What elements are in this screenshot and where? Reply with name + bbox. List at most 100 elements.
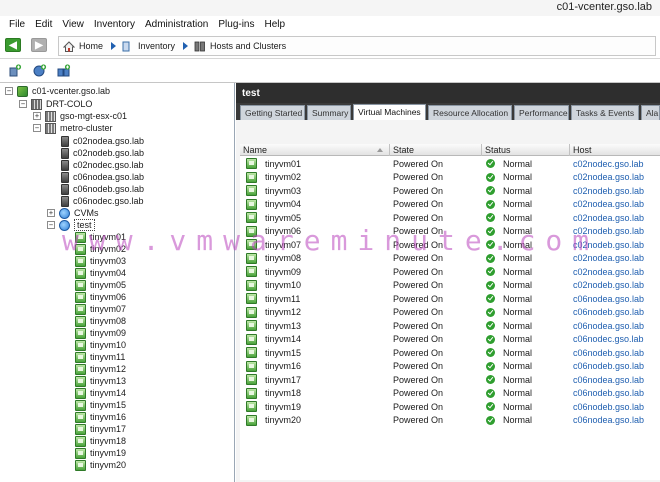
column-header-host[interactable]: Host bbox=[570, 144, 660, 156]
column-header-status[interactable]: Status bbox=[482, 144, 570, 156]
collapse-icon[interactable]: − bbox=[47, 221, 55, 229]
cell-host-link[interactable]: c06nodea.gso.lab bbox=[573, 373, 660, 387]
menu-edit[interactable]: Edit bbox=[30, 19, 57, 30]
cell-host-link[interactable]: c06nodeb.gso.lab bbox=[573, 360, 660, 374]
table-row[interactable]: tinyvm08 Powered On Normal c02nodea.gso.lab bbox=[240, 252, 660, 266]
cell-host-link[interactable]: c06nodea.gso.lab bbox=[573, 319, 660, 333]
table-row[interactable]: tinyvm16 Powered On Normal c06nodeb.gso.lab bbox=[240, 360, 660, 374]
breadcrumb-inventory[interactable]: Inventory bbox=[122, 41, 175, 52]
tree-node-host[interactable]: c06nodea.gso.lab bbox=[61, 171, 144, 183]
cell-host-link[interactable]: c02nodec.gso.lab bbox=[573, 157, 660, 171]
cell-host-link[interactable]: c06nodeb.gso.lab bbox=[573, 346, 660, 360]
tab-alarms[interactable]: Ala bbox=[641, 105, 660, 120]
tree-node-pool-cvms[interactable]: + CVMs bbox=[47, 207, 99, 219]
menu-administration[interactable]: Administration bbox=[140, 19, 213, 30]
cell-host-link[interactable]: c02nodea.gso.lab bbox=[573, 252, 660, 266]
tab-tasks-events[interactable]: Tasks & Events bbox=[571, 105, 639, 120]
tree-node-vm[interactable]: tinyvm12 bbox=[75, 363, 126, 375]
cell-host-link[interactable]: c06nodeb.gso.lab bbox=[573, 387, 660, 401]
tree-node-vm[interactable]: tinyvm03 bbox=[75, 255, 126, 267]
tree-node-vm[interactable]: tinyvm10 bbox=[75, 339, 126, 351]
tree-node-host[interactable]: c02nodea.gso.lab bbox=[61, 135, 144, 147]
cell-host-link[interactable]: c02nodeb.gso.lab bbox=[573, 279, 660, 293]
tree-node-host[interactable]: c06nodeb.gso.lab bbox=[61, 183, 144, 195]
breadcrumb-hosts-clusters[interactable]: Hosts and Clusters bbox=[194, 41, 286, 52]
tree-node-vm[interactable]: tinyvm01 bbox=[75, 231, 126, 243]
table-row[interactable]: tinyvm12 Powered On Normal c06nodeb.gso.lab bbox=[240, 306, 660, 320]
tree-node-host[interactable]: c06nodec.gso.lab bbox=[61, 195, 144, 207]
menu-inventory[interactable]: Inventory bbox=[89, 19, 140, 30]
table-row[interactable]: tinyvm17 Powered On Normal c06nodea.gso.lab bbox=[240, 373, 660, 387]
menu-view[interactable]: View bbox=[57, 19, 89, 30]
tree-node-vm[interactable]: tinyvm14 bbox=[75, 387, 126, 399]
tree-node-vm[interactable]: tinyvm09 bbox=[75, 327, 126, 339]
tree-node-vm[interactable]: tinyvm11 bbox=[75, 351, 125, 363]
tree-node-pool-test[interactable]: − test bbox=[47, 219, 95, 231]
tree-node-vm[interactable]: tinyvm04 bbox=[75, 267, 126, 279]
cell-host-link[interactable]: c06nodeb.gso.lab bbox=[573, 400, 660, 414]
tab-performance[interactable]: Performance bbox=[514, 105, 569, 120]
cell-host-link[interactable]: c06nodeb.gso.lab bbox=[573, 306, 660, 320]
back-button[interactable]: ◀ bbox=[5, 38, 21, 52]
collapse-icon[interactable]: − bbox=[19, 100, 27, 108]
tree-node-vm[interactable]: tinyvm02 bbox=[75, 243, 126, 255]
table-row[interactable]: tinyvm01 Powered On Normal c02nodec.gso.lab bbox=[240, 157, 660, 171]
cell-host-link[interactable]: c02nodea.gso.lab bbox=[573, 171, 660, 185]
tree-node-vm[interactable]: tinyvm13 bbox=[75, 375, 126, 387]
tree-node-host[interactable]: c02nodeb.gso.lab bbox=[61, 147, 144, 159]
tab-resource-allocation[interactable]: Resource Allocation bbox=[428, 105, 512, 120]
tree-node-vm[interactable]: tinyvm18 bbox=[75, 435, 126, 447]
cell-host-link[interactable]: c06nodec.gso.lab bbox=[573, 333, 660, 347]
new-host-icon[interactable] bbox=[8, 64, 22, 77]
tree-node-vm[interactable]: tinyvm19 bbox=[75, 447, 126, 459]
tree-node-vm[interactable]: tinyvm15 bbox=[75, 399, 126, 411]
cell-host-link[interactable]: c02nodea.gso.lab bbox=[573, 211, 660, 225]
table-row[interactable]: tinyvm13 Powered On Normal c06nodea.gso.lab bbox=[240, 319, 660, 333]
tree-node-vm[interactable]: tinyvm20 bbox=[75, 459, 126, 471]
table-row[interactable]: tinyvm18 Powered On Normal c06nodeb.gso.lab bbox=[240, 387, 660, 401]
cell-host-link[interactable]: c02nodeb.gso.lab bbox=[573, 238, 660, 252]
tree-node-vcenter[interactable]: − c01-vcenter.gso.lab bbox=[5, 85, 110, 97]
tree-node-vm[interactable]: tinyvm07 bbox=[75, 303, 126, 315]
menu-plugins[interactable]: Plug-ins bbox=[213, 19, 259, 30]
expand-icon[interactable]: + bbox=[33, 112, 41, 120]
tree-node-host[interactable]: c02nodec.gso.lab bbox=[61, 159, 144, 171]
table-row[interactable]: tinyvm14 Powered On Normal c06nodec.gso.lab bbox=[240, 333, 660, 347]
cell-host-link[interactable]: c02nodeb.gso.lab bbox=[573, 225, 660, 239]
tree-node-vm[interactable]: tinyvm17 bbox=[75, 423, 126, 435]
new-datacenter-icon[interactable] bbox=[33, 64, 47, 77]
forward-button[interactable]: ▶ bbox=[31, 38, 47, 52]
tree-node-standalone-host[interactable]: + gso-mgt-esx-c01 bbox=[33, 110, 127, 122]
table-row[interactable]: tinyvm06 Powered On Normal c02nodeb.gso.lab bbox=[240, 225, 660, 239]
table-row[interactable]: tinyvm10 Powered On Normal c02nodeb.gso.lab bbox=[240, 279, 660, 293]
tree-node-vm[interactable]: tinyvm16 bbox=[75, 411, 126, 423]
tree-node-vm[interactable]: tinyvm08 bbox=[75, 315, 126, 327]
table-row[interactable]: tinyvm11 Powered On Normal c06nodea.gso.lab bbox=[240, 292, 660, 306]
table-row[interactable]: tinyvm05 Powered On Normal c02nodea.gso.lab bbox=[240, 211, 660, 225]
menu-file[interactable]: File bbox=[4, 19, 30, 30]
cell-host-link[interactable]: c06nodea.gso.lab bbox=[573, 414, 660, 428]
tree-node-cluster[interactable]: − metro-cluster bbox=[33, 122, 113, 134]
tree-node-datacenter[interactable]: − DRT-COLO bbox=[19, 98, 92, 110]
table-row[interactable]: tinyvm20 Powered On Normal c06nodea.gso.lab bbox=[240, 414, 660, 428]
table-row[interactable]: tinyvm04 Powered On Normal c02nodea.gso.lab bbox=[240, 198, 660, 212]
tab-virtual-machines[interactable]: Virtual Machines bbox=[353, 104, 426, 120]
cell-host-link[interactable]: c06nodea.gso.lab bbox=[573, 292, 660, 306]
collapse-icon[interactable]: − bbox=[33, 124, 41, 132]
table-row[interactable]: tinyvm15 Powered On Normal c06nodeb.gso.lab bbox=[240, 346, 660, 360]
cell-host-link[interactable]: c02nodea.gso.lab bbox=[573, 265, 660, 279]
tree-node-vm[interactable]: tinyvm06 bbox=[75, 291, 126, 303]
new-cluster-icon[interactable] bbox=[57, 64, 71, 77]
menu-help[interactable]: Help bbox=[260, 19, 291, 30]
table-row[interactable]: tinyvm07 Powered On Normal c02nodeb.gso.lab bbox=[240, 238, 660, 252]
table-row[interactable]: tinyvm19 Powered On Normal c06nodeb.gso.lab bbox=[240, 400, 660, 414]
table-row[interactable]: tinyvm02 Powered On Normal c02nodea.gso.lab bbox=[240, 171, 660, 185]
tab-getting-started[interactable]: Getting Started bbox=[240, 105, 305, 120]
cell-host-link[interactable]: c02nodea.gso.lab bbox=[573, 198, 660, 212]
tab-summary[interactable]: Summary bbox=[307, 105, 351, 120]
column-header-name[interactable]: Name bbox=[240, 144, 390, 156]
column-header-state[interactable]: State bbox=[390, 144, 482, 156]
tree-node-vm[interactable]: tinyvm05 bbox=[75, 279, 126, 291]
collapse-icon[interactable]: − bbox=[5, 87, 13, 95]
expand-icon[interactable]: + bbox=[47, 209, 55, 217]
